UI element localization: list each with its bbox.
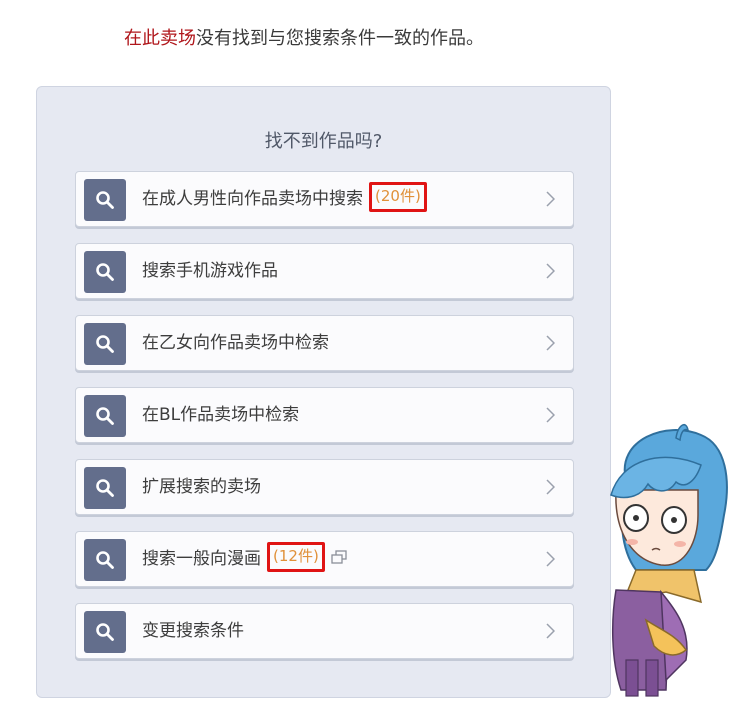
search-icon (84, 539, 126, 581)
search-icon (84, 323, 126, 365)
no-results-text: 没有找到与您搜索条件一致的作品。 (196, 28, 484, 49)
search-general-manga[interactable]: 搜索一般向漫画 (12件) (75, 531, 574, 587)
result-count-badge: (12件) (267, 542, 325, 572)
suggestion-list: 在成人男性向作品卖场中搜索 (20件) 搜索手机游戏作品 在乙女向作品卖场中检索 (75, 171, 574, 675)
search-icon (84, 611, 126, 653)
row-label: 搜索手机游戏作品 (142, 261, 278, 281)
row-label: 在BL作品卖场中检索 (142, 405, 300, 425)
search-mobile-games[interactable]: 搜索手机游戏作品 (75, 243, 574, 299)
chevron-right-icon (546, 191, 555, 207)
chevron-right-icon (546, 407, 555, 423)
search-adult-male-store[interactable]: 在成人男性向作品卖场中搜索 (20件) (75, 171, 574, 227)
panel-title: 找不到作品吗? (264, 131, 383, 152)
search-otome-store[interactable]: 在乙女向作品卖场中检索 (75, 315, 574, 371)
external-link-icon (331, 550, 347, 564)
chevron-right-icon (546, 335, 555, 351)
row-label: 变更搜索条件 (142, 621, 244, 641)
search-bl-store[interactable]: 在BL作品卖场中检索 (75, 387, 574, 443)
chevron-right-icon (546, 263, 555, 279)
change-search-conditions[interactable]: 变更搜索条件 (75, 603, 574, 659)
search-icon (84, 395, 126, 437)
search-icon (84, 251, 126, 293)
search-icon (84, 467, 126, 509)
search-icon (84, 179, 126, 221)
result-count-badge: (20件) (369, 182, 427, 212)
chevron-right-icon (546, 623, 555, 639)
row-label: 在成人男性向作品卖场中搜索 (142, 189, 363, 209)
chevron-right-icon (546, 551, 555, 567)
no-results-notice: 在此卖场没有找到与您搜索条件一致的作品。 (124, 24, 484, 50)
row-label: 在乙女向作品卖场中检索 (142, 333, 329, 353)
expand-search-stores[interactable]: 扩展搜索的卖场 (75, 459, 574, 515)
chevron-right-icon (546, 479, 555, 495)
row-label: 搜索一般向漫画 (142, 549, 261, 569)
mascot-illustration (610, 423, 728, 697)
row-label: 扩展搜索的卖场 (142, 477, 261, 497)
current-store-link[interactable]: 在此卖场 (124, 28, 196, 49)
suggestion-panel: 找不到作品吗? 在成人男性向作品卖场中搜索 (20件) 搜索手机游戏作品 在乙女… (36, 86, 611, 698)
